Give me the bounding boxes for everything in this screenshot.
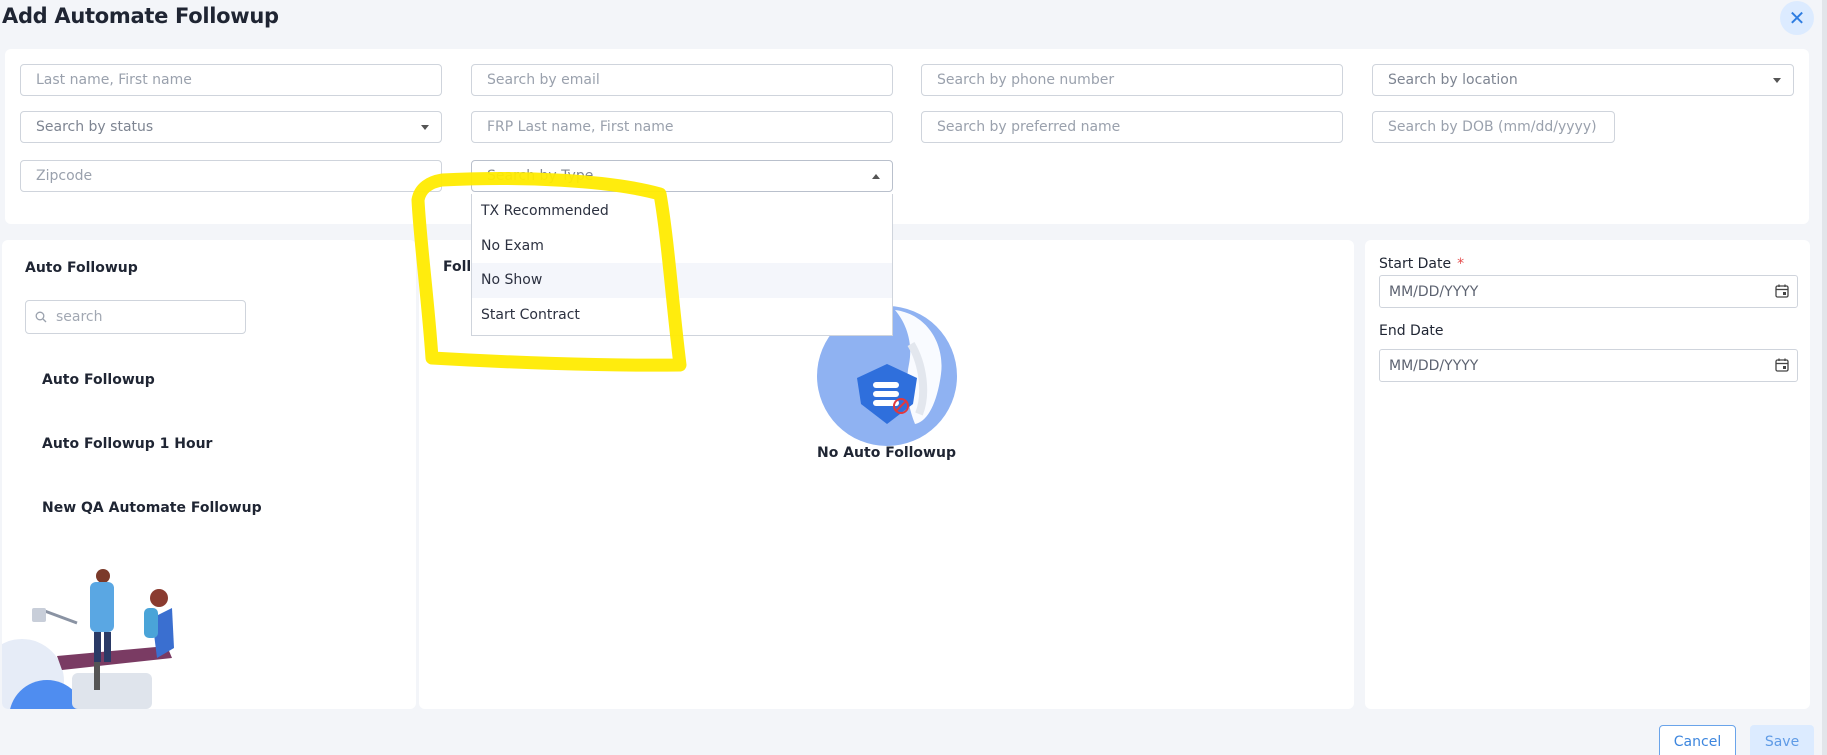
chevron-up-icon <box>872 174 880 179</box>
cancel-button[interactable]: Cancel <box>1659 725 1736 755</box>
search-placeholder: search <box>56 309 103 325</box>
status-select[interactable]: Search by status <box>20 111 442 143</box>
type-select-label: Search by Type <box>487 168 594 184</box>
frp-search-input[interactable]: FRP Last name, First name <box>471 111 893 143</box>
dropdown-option[interactable]: TX Recommended <box>472 194 892 229</box>
type-dropdown-menu: TX Recommended No Exam No Show Start Con… <box>471 194 893 336</box>
frp-search-placeholder: FRP Last name, First name <box>487 119 674 135</box>
filter-panel: Last name, First name Search by email Se… <box>5 49 1809 224</box>
dropdown-option[interactable]: No Exam <box>472 229 892 264</box>
name-search-input[interactable]: Last name, First name <box>20 64 442 96</box>
zipcode-input[interactable]: Zipcode <box>20 160 442 192</box>
location-select-label: Search by location <box>1388 72 1518 88</box>
close-icon: ✕ <box>1788 6 1806 30</box>
dob-search-placeholder: Search by DOB (mm/dd/yyyy) <box>1388 119 1597 135</box>
page-title: Add Automate Followup <box>2 4 279 28</box>
type-select[interactable]: Search by Type <box>471 160 893 192</box>
dropdown-option[interactable]: Start Contract <box>472 298 892 333</box>
save-button[interactable]: Save <box>1750 725 1814 755</box>
location-select[interactable]: Search by location <box>1372 64 1794 96</box>
start-date-input[interactable]: MM/DD/YYYY <box>1379 275 1798 308</box>
start-date-label: Start Date * <box>1379 256 1465 272</box>
search-icon <box>35 311 47 323</box>
empty-state-text: No Auto Followup <box>817 445 956 461</box>
phone-search-placeholder: Search by phone number <box>937 72 1115 88</box>
followup-search-input[interactable]: search <box>25 300 246 334</box>
preferred-name-search-input[interactable]: Search by preferred name <box>921 111 1343 143</box>
start-date-placeholder: MM/DD/YYYY <box>1389 283 1479 300</box>
end-date-placeholder: MM/DD/YYYY <box>1389 357 1479 374</box>
name-search-placeholder: Last name, First name <box>36 72 192 88</box>
required-mark: * <box>1457 256 1465 272</box>
phone-search-input[interactable]: Search by phone number <box>921 64 1343 96</box>
chevron-down-icon <box>421 125 429 130</box>
list-item[interactable]: Auto Followup <box>42 372 155 388</box>
end-date-input[interactable]: MM/DD/YYYY <box>1379 349 1798 382</box>
end-date-label: End Date <box>1379 323 1444 339</box>
calendar-icon[interactable] <box>1775 284 1789 298</box>
date-range-panel: Start Date * MM/DD/YYYY End Date MM/DD/YY… <box>1365 240 1810 709</box>
calendar-icon[interactable] <box>1775 358 1789 372</box>
status-select-label: Search by status <box>36 119 154 135</box>
list-item[interactable]: New QA Automate Followup <box>42 500 262 516</box>
dob-search-input[interactable]: Search by DOB (mm/dd/yyyy) <box>1372 111 1615 143</box>
dental-illustration <box>2 569 174 709</box>
zipcode-placeholder: Zipcode <box>36 168 93 184</box>
dropdown-option[interactable]: No Show <box>472 263 892 298</box>
panel-title: Auto Followup <box>25 260 138 276</box>
chevron-down-icon <box>1773 78 1781 83</box>
email-search-input[interactable]: Search by email <box>471 64 893 96</box>
preferred-name-placeholder: Search by preferred name <box>937 119 1121 135</box>
list-item[interactable]: Auto Followup 1 Hour <box>42 436 212 452</box>
window-scrollbar[interactable] <box>1822 0 1827 755</box>
auto-followup-panel: Auto Followup search Auto Followup Auto … <box>2 240 416 709</box>
email-search-placeholder: Search by email <box>487 72 600 88</box>
close-button[interactable]: ✕ <box>1780 1 1814 35</box>
